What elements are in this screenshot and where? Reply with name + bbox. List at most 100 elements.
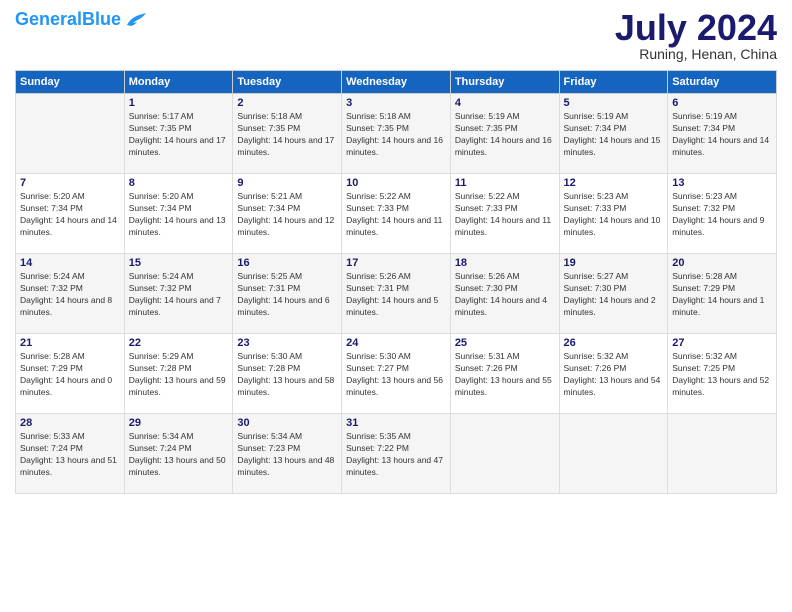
header-tuesday: Tuesday bbox=[233, 71, 342, 94]
day-number: 31 bbox=[346, 417, 446, 429]
day-info: Sunrise: 5:24 AMSunset: 7:32 PMDaylight:… bbox=[129, 271, 229, 319]
calendar-cell-0-2: 2 Sunrise: 5:18 AMSunset: 7:35 PMDaylight… bbox=[233, 94, 342, 174]
calendar-cell-1-1: 8 Sunrise: 5:20 AMSunset: 7:34 PMDaylight… bbox=[124, 174, 233, 254]
day-number: 20 bbox=[672, 257, 772, 269]
calendar-cell-2-5: 19 Sunrise: 5:27 AMSunset: 7:30 PMDayligh… bbox=[559, 254, 668, 334]
calendar-cell-2-4: 18 Sunrise: 5:26 AMSunset: 7:30 PMDayligh… bbox=[450, 254, 559, 334]
logo-bird-icon bbox=[125, 11, 147, 29]
day-info: Sunrise: 5:19 AMSunset: 7:34 PMDaylight:… bbox=[672, 111, 772, 159]
day-number: 19 bbox=[564, 257, 664, 269]
day-info: Sunrise: 5:19 AMSunset: 7:35 PMDaylight:… bbox=[455, 111, 555, 159]
calendar-cell-2-0: 14 Sunrise: 5:24 AMSunset: 7:32 PMDayligh… bbox=[16, 254, 125, 334]
day-number: 26 bbox=[564, 337, 664, 349]
calendar-cell-3-4: 25 Sunrise: 5:31 AMSunset: 7:26 PMDayligh… bbox=[450, 334, 559, 414]
day-info: Sunrise: 5:31 AMSunset: 7:26 PMDaylight:… bbox=[455, 351, 555, 399]
calendar-cell-1-5: 12 Sunrise: 5:23 AMSunset: 7:33 PMDayligh… bbox=[559, 174, 668, 254]
day-number: 2 bbox=[237, 97, 337, 109]
day-number: 18 bbox=[455, 257, 555, 269]
calendar-cell-3-0: 21Sunrise: 5:28 AMSunset: 7:29 PMDayligh… bbox=[16, 334, 125, 414]
calendar-cell-2-2: 16 Sunrise: 5:25 AMSunset: 7:31 PMDayligh… bbox=[233, 254, 342, 334]
day-info: Sunrise: 5:34 AMSunset: 7:23 PMDaylight:… bbox=[237, 431, 337, 479]
day-info: Sunrise: 5:26 AMSunset: 7:31 PMDaylight:… bbox=[346, 271, 446, 319]
calendar-cell-0-4: 4 Sunrise: 5:19 AMSunset: 7:35 PMDaylight… bbox=[450, 94, 559, 174]
day-number: 14 bbox=[20, 257, 120, 269]
day-info: Sunrise: 5:18 AMSunset: 7:35 PMDaylight:… bbox=[346, 111, 446, 159]
day-info: Sunrise: 5:18 AMSunset: 7:35 PMDaylight:… bbox=[237, 111, 337, 159]
calendar-cell-0-0 bbox=[16, 94, 125, 174]
day-number: 16 bbox=[237, 257, 337, 269]
day-info: Sunrise: 5:19 AMSunset: 7:34 PMDaylight:… bbox=[564, 111, 664, 159]
day-info: Sunrise: 5:23 AMSunset: 7:33 PMDaylight:… bbox=[564, 191, 664, 239]
calendar-cell-3-3: 24Sunrise: 5:30 AMSunset: 7:27 PMDayligh… bbox=[342, 334, 451, 414]
header-wednesday: Wednesday bbox=[342, 71, 451, 94]
calendar-cell-3-2: 23Sunrise: 5:30 AMSunset: 7:28 PMDayligh… bbox=[233, 334, 342, 414]
day-info: Sunrise: 5:29 AMSunset: 7:28 PMDaylight:… bbox=[129, 351, 229, 399]
calendar-cell-1-3: 10 Sunrise: 5:22 AMSunset: 7:33 PMDayligh… bbox=[342, 174, 451, 254]
calendar-cell-1-4: 11 Sunrise: 5:22 AMSunset: 7:33 PMDayligh… bbox=[450, 174, 559, 254]
day-number: 1 bbox=[129, 97, 229, 109]
day-info: Sunrise: 5:26 AMSunset: 7:30 PMDaylight:… bbox=[455, 271, 555, 319]
day-number: 25 bbox=[455, 337, 555, 349]
day-info: Sunrise: 5:22 AMSunset: 7:33 PMDaylight:… bbox=[455, 191, 555, 239]
day-info: Sunrise: 5:34 AMSunset: 7:24 PMDaylight:… bbox=[129, 431, 229, 479]
header-thursday: Thursday bbox=[450, 71, 559, 94]
calendar-week-3: 21Sunrise: 5:28 AMSunset: 7:29 PMDayligh… bbox=[16, 334, 777, 414]
day-info: Sunrise: 5:20 AMSunset: 7:34 PMDaylight:… bbox=[20, 191, 120, 239]
day-number: 22 bbox=[129, 337, 229, 349]
day-number: 24 bbox=[346, 337, 446, 349]
calendar-cell-3-5: 26 Sunrise: 5:32 AMSunset: 7:26 PMDayligh… bbox=[559, 334, 668, 414]
calendar-cell-4-2: 30 Sunrise: 5:34 AMSunset: 7:23 PMDayligh… bbox=[233, 414, 342, 494]
day-number: 11 bbox=[455, 177, 555, 189]
calendar-cell-0-5: 5 Sunrise: 5:19 AMSunset: 7:34 PMDaylight… bbox=[559, 94, 668, 174]
header-monday: Monday bbox=[124, 71, 233, 94]
day-info: Sunrise: 5:28 AMSunset: 7:29 PMDaylight:… bbox=[672, 271, 772, 319]
day-number: 17 bbox=[346, 257, 446, 269]
day-info: Sunrise: 5:30 AMSunset: 7:28 PMDaylight:… bbox=[237, 351, 337, 399]
calendar-cell-2-3: 17 Sunrise: 5:26 AMSunset: 7:31 PMDayligh… bbox=[342, 254, 451, 334]
day-number: 7 bbox=[20, 177, 120, 189]
calendar-cell-0-6: 6 Sunrise: 5:19 AMSunset: 7:34 PMDaylight… bbox=[668, 94, 777, 174]
calendar-cell-0-3: 3Sunrise: 5:18 AMSunset: 7:35 PMDaylight… bbox=[342, 94, 451, 174]
day-number: 29 bbox=[129, 417, 229, 429]
day-info: Sunrise: 5:20 AMSunset: 7:34 PMDaylight:… bbox=[129, 191, 229, 239]
day-info: Sunrise: 5:17 AMSunset: 7:35 PMDaylight:… bbox=[129, 111, 229, 159]
day-number: 12 bbox=[564, 177, 664, 189]
calendar-week-0: 1 Sunrise: 5:17 AMSunset: 7:35 PMDaylight… bbox=[16, 94, 777, 174]
day-number: 4 bbox=[455, 97, 555, 109]
day-info: Sunrise: 5:21 AMSunset: 7:34 PMDaylight:… bbox=[237, 191, 337, 239]
day-info: Sunrise: 5:27 AMSunset: 7:30 PMDaylight:… bbox=[564, 271, 664, 319]
header-friday: Friday bbox=[559, 71, 668, 94]
location-subtitle: Runing, Henan, China bbox=[615, 46, 777, 62]
calendar-cell-0-1: 1 Sunrise: 5:17 AMSunset: 7:35 PMDaylight… bbox=[124, 94, 233, 174]
day-number: 30 bbox=[237, 417, 337, 429]
day-info: Sunrise: 5:25 AMSunset: 7:31 PMDaylight:… bbox=[237, 271, 337, 319]
header-saturday: Saturday bbox=[668, 71, 777, 94]
day-number: 8 bbox=[129, 177, 229, 189]
day-info: Sunrise: 5:32 AMSunset: 7:26 PMDaylight:… bbox=[564, 351, 664, 399]
calendar-table: Sunday Monday Tuesday Wednesday Thursday… bbox=[15, 70, 777, 494]
calendar-week-4: 28Sunrise: 5:33 AMSunset: 7:24 PMDayligh… bbox=[16, 414, 777, 494]
calendar-cell-3-1: 22 Sunrise: 5:29 AMSunset: 7:28 PMDayligh… bbox=[124, 334, 233, 414]
day-number: 27 bbox=[672, 337, 772, 349]
logo: GeneralBlue bbox=[15, 10, 147, 30]
calendar-cell-4-1: 29 Sunrise: 5:34 AMSunset: 7:24 PMDayligh… bbox=[124, 414, 233, 494]
calendar-cell-3-6: 27Sunrise: 5:32 AMSunset: 7:25 PMDayligh… bbox=[668, 334, 777, 414]
month-year-title: July 2024 bbox=[615, 10, 777, 46]
calendar-cell-1-0: 7 Sunrise: 5:20 AMSunset: 7:34 PMDaylight… bbox=[16, 174, 125, 254]
day-number: 5 bbox=[564, 97, 664, 109]
day-info: Sunrise: 5:22 AMSunset: 7:33 PMDaylight:… bbox=[346, 191, 446, 239]
header-sunday: Sunday bbox=[16, 71, 125, 94]
day-number: 6 bbox=[672, 97, 772, 109]
logo-blue: Blue bbox=[82, 9, 121, 29]
calendar-cell-4-3: 31Sunrise: 5:35 AMSunset: 7:22 PMDayligh… bbox=[342, 414, 451, 494]
calendar-body: 1 Sunrise: 5:17 AMSunset: 7:35 PMDaylight… bbox=[16, 94, 777, 494]
logo-text: GeneralBlue bbox=[15, 10, 121, 30]
title-block: July 2024 Runing, Henan, China bbox=[615, 10, 777, 62]
calendar-week-1: 7 Sunrise: 5:20 AMSunset: 7:34 PMDaylight… bbox=[16, 174, 777, 254]
calendar-cell-4-4 bbox=[450, 414, 559, 494]
day-info: Sunrise: 5:28 AMSunset: 7:29 PMDaylight:… bbox=[20, 351, 120, 399]
day-number: 10 bbox=[346, 177, 446, 189]
day-info: Sunrise: 5:24 AMSunset: 7:32 PMDaylight:… bbox=[20, 271, 120, 319]
page: GeneralBlue July 2024 Runing, Henan, Chi… bbox=[0, 0, 792, 612]
day-info: Sunrise: 5:23 AMSunset: 7:32 PMDaylight:… bbox=[672, 191, 772, 239]
